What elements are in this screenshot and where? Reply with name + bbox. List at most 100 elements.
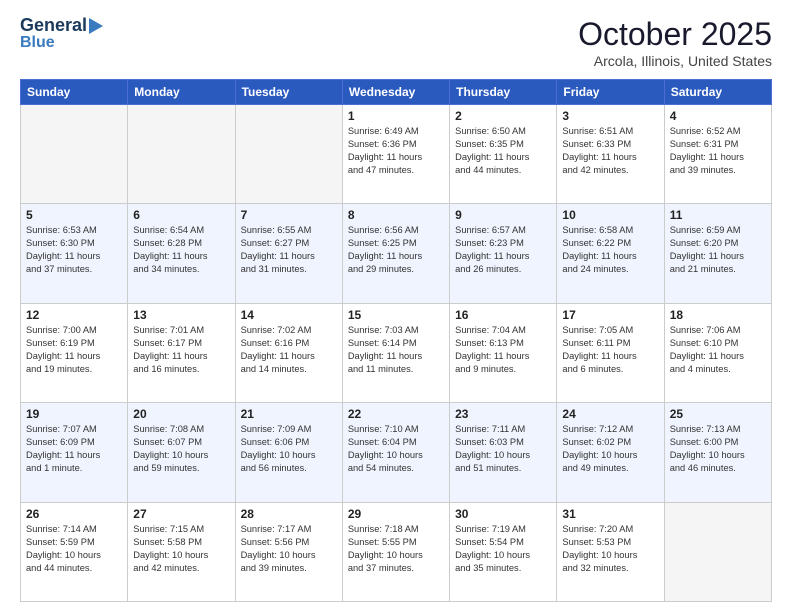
table-row: 7Sunrise: 6:55 AM Sunset: 6:27 PM Daylig…: [235, 204, 342, 303]
table-row: 27Sunrise: 7:15 AM Sunset: 5:58 PM Dayli…: [128, 502, 235, 601]
day-number: 11: [670, 208, 766, 222]
logo-blue: Blue: [20, 34, 55, 52]
day-number: 2: [455, 109, 551, 123]
day-number: 26: [26, 507, 122, 521]
day-info: Sunrise: 7:11 AM Sunset: 6:03 PM Dayligh…: [455, 423, 551, 475]
day-number: 4: [670, 109, 766, 123]
day-info: Sunrise: 7:08 AM Sunset: 6:07 PM Dayligh…: [133, 423, 229, 475]
table-row: 9 Sunrise: 6:57 AM Sunset: 6:23 PM Daylig…: [450, 204, 557, 303]
day-info: Sunrise: 7:04 AM Sunset: 6:13 PM Dayligh…: [455, 324, 551, 376]
day-number: 12: [26, 308, 122, 322]
day-info: Sunrise: 7:00 AM Sunset: 6:19 PM Dayligh…: [26, 324, 122, 376]
table-row: 26 Sunrise: 7:14 AM Sunset: 5:59 PM Dayli…: [21, 502, 128, 601]
day-number: 24: [562, 407, 658, 421]
table-row: 29 Sunrise: 7:18 AM Sunset: 5:55 PM Dayli…: [342, 502, 449, 601]
logo-arrow-icon: [89, 18, 103, 34]
table-row: 8 Sunrise: 6:56 AM Sunset: 6:25 PM Daylig…: [342, 204, 449, 303]
day-number: 1: [348, 109, 444, 123]
calendar-week-row: 1 Sunrise: 6:49 AM Sunset: 6:36 PM Daylig…: [21, 105, 772, 204]
day-info: Sunrise: 7:17 AM Sunset: 5:56 PM Dayligh…: [241, 523, 337, 575]
calendar-week-row: 19 Sunrise: 7:07 AM Sunset: 6:09 PM Dayli…: [21, 403, 772, 502]
day-number: 20: [133, 407, 229, 421]
day-info: Sunrise: 6:53 AM Sunset: 6:30 PM Dayligh…: [26, 224, 122, 276]
day-number: 30: [455, 507, 551, 521]
table-row: 30 Sunrise: 7:19 AM Sunset: 5:54 PM Dayli…: [450, 502, 557, 601]
day-number: 23: [455, 407, 551, 421]
table-row: 16 Sunrise: 7:04 AM Sunset: 6:13 PM Dayli…: [450, 303, 557, 402]
day-info: Sunrise: 6:52 AM Sunset: 6:31 PM Dayligh…: [670, 125, 766, 177]
table-row: 14 Sunrise: 7:02 AM Sunset: 6:16 PM Dayli…: [235, 303, 342, 402]
table-row: 4 Sunrise: 6:52 AM Sunset: 6:31 PM Daylig…: [664, 105, 771, 204]
table-row: 22 Sunrise: 7:10 AM Sunset: 6:04 PM Dayli…: [342, 403, 449, 502]
table-row: 5 Sunrise: 6:53 AM Sunset: 6:30 PM Daylig…: [21, 204, 128, 303]
table-row: [664, 502, 771, 601]
day-info: Sunrise: 6:57 AM Sunset: 6:23 PM Dayligh…: [455, 224, 551, 276]
day-number: 21: [241, 407, 337, 421]
month-title: October 2025: [578, 16, 772, 53]
day-info: Sunrise: 7:09 AM Sunset: 6:06 PM Dayligh…: [241, 423, 337, 475]
col-header-tuesday: Tuesday: [235, 80, 342, 105]
day-number: 14: [241, 308, 337, 322]
day-number: 27: [133, 507, 229, 521]
table-row: 1 Sunrise: 6:49 AM Sunset: 6:36 PM Daylig…: [342, 105, 449, 204]
table-row: 24 Sunrise: 7:12 AM Sunset: 6:02 PM Dayli…: [557, 403, 664, 502]
day-info: Sunrise: 6:51 AM Sunset: 6:33 PM Dayligh…: [562, 125, 658, 177]
day-number: 3: [562, 109, 658, 123]
page: General Blue October 2025 Arcola, Illino…: [0, 0, 792, 612]
day-number: 9: [455, 208, 551, 222]
day-info: Sunrise: 6:54 AM Sunset: 6:28 PM Dayligh…: [133, 224, 229, 276]
calendar-week-row: 12 Sunrise: 7:00 AM Sunset: 6:19 PM Dayli…: [21, 303, 772, 402]
table-row: 2 Sunrise: 6:50 AM Sunset: 6:35 PM Daylig…: [450, 105, 557, 204]
day-number: 6: [133, 208, 229, 222]
day-info: Sunrise: 6:56 AM Sunset: 6:25 PM Dayligh…: [348, 224, 444, 276]
day-info: Sunrise: 7:13 AM Sunset: 6:00 PM Dayligh…: [670, 423, 766, 475]
day-number: 16: [455, 308, 551, 322]
calendar-header-row: Sunday Monday Tuesday Wednesday Thursday…: [21, 80, 772, 105]
col-header-saturday: Saturday: [664, 80, 771, 105]
col-header-sunday: Sunday: [21, 80, 128, 105]
day-info: Sunrise: 7:07 AM Sunset: 6:09 PM Dayligh…: [26, 423, 122, 475]
table-row: 11 Sunrise: 6:59 AM Sunset: 6:20 PM Dayli…: [664, 204, 771, 303]
calendar-table: Sunday Monday Tuesday Wednesday Thursday…: [20, 79, 772, 602]
table-row: 23 Sunrise: 7:11 AM Sunset: 6:03 PM Dayli…: [450, 403, 557, 502]
day-number: 22: [348, 407, 444, 421]
day-info: Sunrise: 6:49 AM Sunset: 6:36 PM Dayligh…: [348, 125, 444, 177]
table-row: 18Sunrise: 7:06 AM Sunset: 6:10 PM Dayli…: [664, 303, 771, 402]
table-row: 12 Sunrise: 7:00 AM Sunset: 6:19 PM Dayli…: [21, 303, 128, 402]
day-info: Sunrise: 7:19 AM Sunset: 5:54 PM Dayligh…: [455, 523, 551, 575]
table-row: 13Sunrise: 7:01 AM Sunset: 6:17 PM Dayli…: [128, 303, 235, 402]
location-subtitle: Arcola, Illinois, United States: [578, 53, 772, 69]
day-number: 17: [562, 308, 658, 322]
col-header-monday: Monday: [128, 80, 235, 105]
table-row: 20 Sunrise: 7:08 AM Sunset: 6:07 PM Dayli…: [128, 403, 235, 502]
day-number: 10: [562, 208, 658, 222]
day-info: Sunrise: 7:12 AM Sunset: 6:02 PM Dayligh…: [562, 423, 658, 475]
day-number: 25: [670, 407, 766, 421]
day-number: 29: [348, 507, 444, 521]
col-header-thursday: Thursday: [450, 80, 557, 105]
day-info: Sunrise: 7:20 AM Sunset: 5:53 PM Dayligh…: [562, 523, 658, 575]
day-number: 31: [562, 507, 658, 521]
day-number: 8: [348, 208, 444, 222]
col-header-wednesday: Wednesday: [342, 80, 449, 105]
table-row: 19 Sunrise: 7:07 AM Sunset: 6:09 PM Dayli…: [21, 403, 128, 502]
day-info: Sunrise: 7:14 AM Sunset: 5:59 PM Dayligh…: [26, 523, 122, 575]
calendar-week-row: 5 Sunrise: 6:53 AM Sunset: 6:30 PM Daylig…: [21, 204, 772, 303]
day-number: 28: [241, 507, 337, 521]
day-number: 18: [670, 308, 766, 322]
day-info: Sunrise: 6:50 AM Sunset: 6:35 PM Dayligh…: [455, 125, 551, 177]
table-row: [235, 105, 342, 204]
day-number: 19: [26, 407, 122, 421]
day-info: Sunrise: 7:18 AM Sunset: 5:55 PM Dayligh…: [348, 523, 444, 575]
day-info: Sunrise: 7:02 AM Sunset: 6:16 PM Dayligh…: [241, 324, 337, 376]
logo: General Blue: [20, 16, 103, 51]
day-number: 13: [133, 308, 229, 322]
table-row: [128, 105, 235, 204]
day-number: 5: [26, 208, 122, 222]
day-info: Sunrise: 6:59 AM Sunset: 6:20 PM Dayligh…: [670, 224, 766, 276]
day-info: Sunrise: 7:10 AM Sunset: 6:04 PM Dayligh…: [348, 423, 444, 475]
table-row: 31 Sunrise: 7:20 AM Sunset: 5:53 PM Dayli…: [557, 502, 664, 601]
day-info: Sunrise: 7:03 AM Sunset: 6:14 PM Dayligh…: [348, 324, 444, 376]
day-number: 7: [241, 208, 337, 222]
day-number: 15: [348, 308, 444, 322]
